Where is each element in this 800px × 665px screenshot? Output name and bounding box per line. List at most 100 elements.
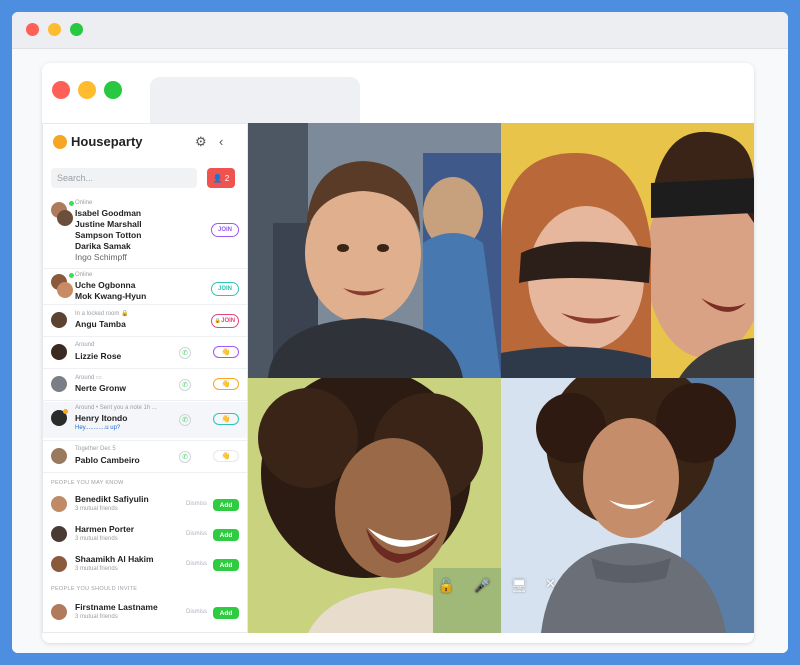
- dismiss-button[interactable]: Dismiss: [186, 609, 207, 615]
- note-preview: Hey............u up?: [75, 425, 121, 431]
- browser-title-bar: [12, 12, 788, 49]
- microphone-icon[interactable]: 🎤: [474, 578, 490, 594]
- add-button[interactable]: Add: [213, 559, 239, 571]
- phone-icon[interactable]: ✆: [179, 414, 191, 426]
- section-header-people-you-should-invite: PEOPLE YOU SHOULD INVITE: [51, 586, 138, 592]
- wave-hand-icon: 👋: [221, 381, 231, 388]
- divider: [43, 368, 247, 369]
- contact-name: Isabel Goodman: [75, 208, 142, 218]
- app-close-button[interactable]: [52, 81, 70, 99]
- app-tab[interactable]: [150, 77, 360, 123]
- participant-video: [501, 378, 754, 633]
- contact-name: Nerte Gronw: [75, 383, 127, 393]
- app-minimize-button[interactable]: [78, 81, 96, 99]
- invite-name: Firstname Lastname: [75, 602, 158, 612]
- phone-icon[interactable]: ✆: [179, 347, 191, 359]
- mutual-friends: 3 mutual friends: [75, 566, 118, 572]
- contact-name: Lizzie Rose: [75, 351, 122, 361]
- friend-requests-count: 2: [224, 173, 230, 183]
- dismiss-button[interactable]: Dismiss: [186, 531, 207, 537]
- add-button[interactable]: Add: [213, 499, 239, 511]
- dismiss-button[interactable]: Dismiss: [186, 501, 207, 507]
- contact-name: Justine Marshall: [75, 219, 142, 229]
- avatar: [51, 604, 67, 620]
- avatar: [51, 344, 67, 360]
- wave-hand-icon: 👋: [221, 349, 231, 356]
- maximize-window-button[interactable]: [70, 23, 83, 36]
- phone-icon[interactable]: ✆: [179, 451, 191, 463]
- divider: [43, 440, 247, 441]
- contact-around-1[interactable]: Around Lizzie Rose ✆ 👋: [43, 338, 247, 366]
- video-tile-1[interactable]: [248, 123, 501, 378]
- avatar: [57, 210, 73, 226]
- wave-button[interactable]: 👋: [213, 346, 239, 358]
- gear-icon[interactable]: ⚙: [195, 134, 207, 150]
- avatar: [51, 496, 67, 512]
- phone-icon[interactable]: ✆: [179, 379, 191, 391]
- wave-hand-icon: 👋: [221, 453, 231, 460]
- wave-button[interactable]: 👋: [213, 378, 239, 390]
- houseparty-logo-icon: [53, 134, 67, 149]
- contact-note[interactable]: Around • Sent you a note 1h ... Henry It…: [43, 402, 247, 438]
- chevron-left-icon[interactable]: ‹: [219, 134, 223, 149]
- app-maximize-button[interactable]: [104, 81, 122, 99]
- suggestion-item: Benedikt Safiyulin 3 mutual friends Dism…: [43, 490, 247, 518]
- contact-locked-room[interactable]: In a locked room 🔒 Angu Tamba 🔒 JOIN: [43, 306, 247, 334]
- app-name: Houseparty: [71, 134, 143, 149]
- divider: [43, 400, 247, 401]
- avatar: [51, 556, 67, 572]
- join-button[interactable]: JOIN: [211, 223, 239, 237]
- avatar: [57, 282, 73, 298]
- online-indicator: [69, 201, 74, 206]
- dismiss-button[interactable]: Dismiss: [186, 561, 207, 567]
- add-button[interactable]: Add: [213, 607, 239, 619]
- wave-button[interactable]: 👋: [213, 450, 239, 462]
- join-button[interactable]: 🔒 JOIN: [211, 314, 239, 328]
- suggestion-item: Harmen Porter 3 mutual friends Dismiss A…: [43, 520, 247, 548]
- divider: [43, 304, 247, 305]
- suggestion-name: Shaamikh Al Hakim: [75, 554, 154, 564]
- lock-icon[interactable]: 🔓: [438, 578, 454, 594]
- close-window-button[interactable]: [26, 23, 39, 36]
- close-icon[interactable]: ✕: [545, 576, 556, 592]
- contact-name: Henry Itondo: [75, 413, 128, 423]
- lock-icon: 🔒: [121, 311, 129, 317]
- contact-group-online-1[interactable]: Online Isabel Goodman Justine Marshall S…: [43, 198, 247, 266]
- browser-window: Houseparty ⚙ ‹ 👤 2 Online: [12, 12, 788, 653]
- suggestion-name: Benedikt Safiyulin: [75, 494, 149, 504]
- invite-item: Firstname Lastname 3 mutual friends Dism…: [43, 598, 247, 626]
- contact-around-2[interactable]: Around ▭ Nerte Gronw ✆ 👋: [43, 370, 247, 398]
- screen-share-icon[interactable]: 🖥: [511, 578, 528, 594]
- contact-group-online-2[interactable]: Online Uche Ogbonna Mok Kwang-Hyun JOIN: [43, 270, 247, 302]
- video-tile-4[interactable]: 🖥 ✕: [501, 378, 754, 633]
- contact-name: Darika Samak: [75, 241, 131, 251]
- contact-name: Ingo Schimpff: [75, 252, 127, 262]
- app-window: Houseparty ⚙ ‹ 👤 2 Online: [42, 63, 754, 643]
- add-button[interactable]: Add: [213, 529, 239, 541]
- join-label: JOIN: [221, 318, 236, 324]
- status-label: Online: [75, 200, 93, 206]
- sidebar: Houseparty ⚙ ‹ 👤 2 Online: [42, 123, 248, 633]
- avatar: [51, 312, 67, 328]
- suggestion-item: Shaamikh Al Hakim 3 mutual friends Dismi…: [43, 550, 247, 578]
- divider: [43, 336, 247, 337]
- video-call-grid: 🔓 🎤 🖥 ✕: [248, 123, 754, 633]
- contact-together[interactable]: Together Dec 5 Pablo Cambeiro ✆ 👋: [43, 442, 247, 470]
- mutual-friends: 3 mutual friends: [75, 536, 118, 542]
- wave-hand-icon: 👋: [221, 416, 231, 423]
- status-label: Around: [75, 342, 95, 348]
- divider: [43, 472, 247, 473]
- contact-name: Sampson Totton: [75, 230, 142, 240]
- video-tile-2[interactable]: [501, 123, 754, 378]
- status-label: In a locked room 🔒: [75, 311, 129, 317]
- browser-content: Houseparty ⚙ ‹ 👤 2 Online: [12, 49, 788, 653]
- suggestion-name: Harmen Porter: [75, 524, 135, 534]
- friend-requests-button[interactable]: 👤 2: [207, 168, 235, 188]
- search-input[interactable]: [51, 168, 197, 188]
- video-tile-3[interactable]: 🔓 🎤: [248, 378, 501, 633]
- wave-button[interactable]: 👋: [213, 413, 239, 425]
- minimize-window-button[interactable]: [48, 23, 61, 36]
- join-button[interactable]: JOIN: [211, 282, 239, 296]
- participant-video: [501, 123, 754, 378]
- status-label: Together Dec 5: [75, 446, 116, 452]
